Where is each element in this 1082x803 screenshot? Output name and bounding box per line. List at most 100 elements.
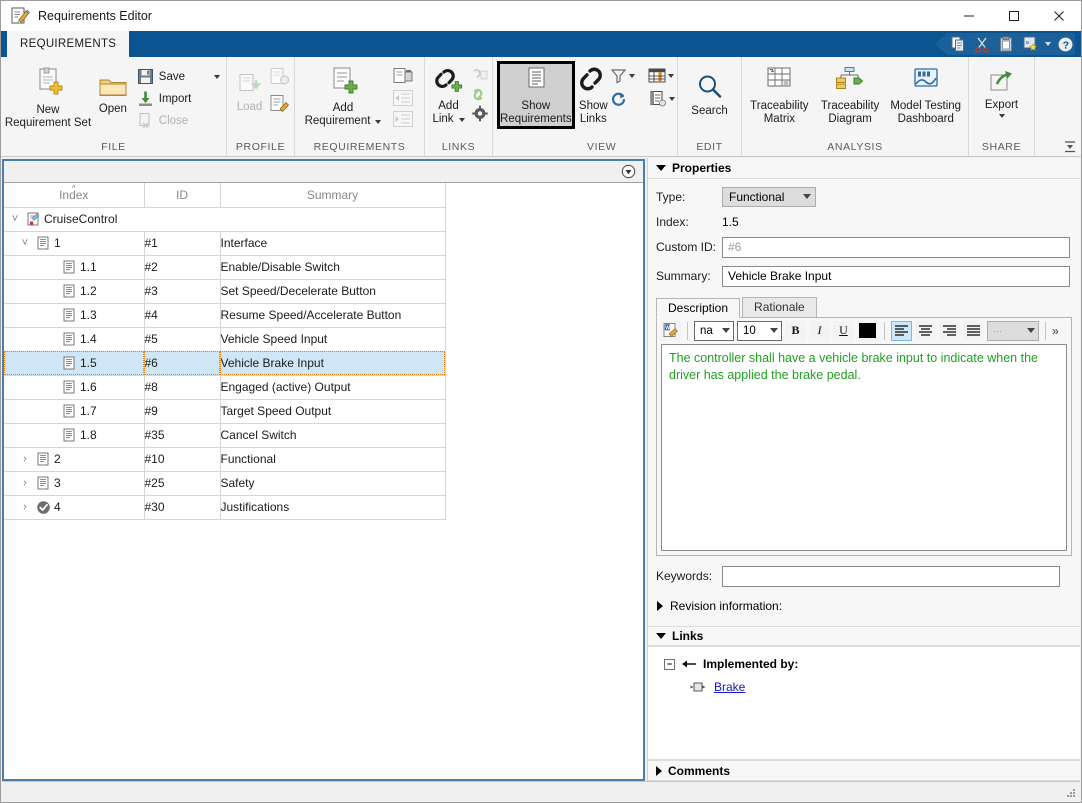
comments-section-header[interactable]: Comments xyxy=(648,760,1080,781)
table-row-set[interactable]: ˅ CruiseControl xyxy=(4,207,446,232)
custom-id-row: Custom ID: #6 xyxy=(656,236,1070,258)
table-row[interactable]: › 2 #10 Functional xyxy=(4,447,446,472)
model-testing-dashboard-button[interactable]: Model Testing Dashboard xyxy=(885,61,966,126)
ribbon-group-profile: Load PROFILE xyxy=(227,57,295,156)
add-link-dropdown-icon[interactable] xyxy=(458,117,465,122)
search-button[interactable]: Search xyxy=(682,61,738,118)
filter-icon[interactable] xyxy=(610,67,627,84)
show-requirements-button[interactable]: Show Requirements xyxy=(497,61,575,129)
export-dropdown-icon[interactable] xyxy=(998,114,1005,118)
load-profile-button: Load xyxy=(231,61,269,114)
add-requirement-button[interactable]: Add Requirement xyxy=(297,61,389,128)
gear-icon[interactable] xyxy=(470,105,490,122)
link-item[interactable]: Brake xyxy=(690,680,1080,694)
resize-grip-icon[interactable] xyxy=(1065,787,1077,799)
revision-information-row[interactable]: Revision information: xyxy=(648,587,1080,613)
open-in-word-icon[interactable]: W xyxy=(660,320,681,341)
italic-button[interactable]: I xyxy=(809,320,830,341)
bold-button[interactable]: B xyxy=(785,320,806,341)
align-justify-button[interactable] xyxy=(963,320,984,341)
import-button[interactable]: Import xyxy=(133,88,224,109)
tab-requirements[interactable]: REQUIREMENTS xyxy=(7,31,130,57)
save-icon xyxy=(137,68,154,85)
keywords-input[interactable] xyxy=(722,565,1060,587)
table-row[interactable]: 1.3 #4 Resume Speed/Accelerate Button xyxy=(4,303,446,328)
links-section-header[interactable]: Links xyxy=(648,625,1080,647)
underline-button[interactable]: U xyxy=(833,320,854,341)
table-row[interactable]: 1.6 #8 Engaged (active) Output xyxy=(4,375,446,400)
collapse-box-icon[interactable]: − xyxy=(664,658,675,670)
text-color-button[interactable] xyxy=(857,320,878,341)
add-link-button[interactable]: Add Link xyxy=(427,61,470,126)
customize-qat-icon[interactable]: » xyxy=(1021,35,1040,54)
collapse-ribbon-icon[interactable] xyxy=(1063,140,1077,154)
custom-id-input[interactable]: #6 xyxy=(722,236,1070,258)
requirements-table-wrap[interactable]: ^ Index ID Summary ˅ CruiseControl ˅ 1 #… xyxy=(4,183,643,779)
font-family-select[interactable]: na xyxy=(694,320,734,341)
add-requirement-label-1: Add xyxy=(332,102,354,114)
tab-rationale[interactable]: Rationale xyxy=(742,296,817,317)
traceability-diagram-button[interactable]: Traceability Diagram xyxy=(815,61,886,126)
link-settings-icon[interactable] xyxy=(470,86,490,103)
table-row[interactable]: › 4 #30 Justifications xyxy=(4,495,446,520)
summary-input[interactable]: Vehicle Brake Input xyxy=(722,265,1070,287)
description-textarea[interactable]: The controller shall have a vehicle brak… xyxy=(661,343,1067,551)
align-right-button[interactable] xyxy=(939,320,960,341)
chevron-right-icon[interactable]: › xyxy=(16,496,34,519)
properties-section-header[interactable]: Properties xyxy=(648,158,1080,179)
table-row[interactable]: 1.4 #5 Vehicle Speed Input xyxy=(4,327,446,352)
report-dropdown-icon[interactable] xyxy=(669,96,675,101)
column-header-id[interactable]: ID xyxy=(144,183,221,208)
toolbar-overflow-button[interactable]: » xyxy=(1052,324,1059,338)
cut-icon[interactable] xyxy=(973,35,992,54)
traceability-matrix-button[interactable]: Traceability Matrix xyxy=(744,61,815,126)
table-row[interactable]: 1.2 #3 Set Speed/Decelerate Button xyxy=(4,279,446,304)
table-row[interactable]: 1.7 #9 Target Speed Output xyxy=(4,399,446,424)
profile-edit-icon[interactable] xyxy=(269,94,291,114)
show-links-button[interactable]: Show Links xyxy=(577,61,610,126)
chevron-down-icon[interactable]: ˅ xyxy=(6,208,24,231)
align-left-button[interactable] xyxy=(891,320,912,341)
chevron-down-icon[interactable] xyxy=(1045,42,1051,46)
show-requirements-label-1: Show xyxy=(521,100,551,112)
table-row[interactable]: ˅ 1 #1 Interface xyxy=(4,231,446,256)
ribbon-group-links: Add Link LINKS xyxy=(425,57,493,156)
minimize-button[interactable] xyxy=(946,1,991,31)
filter-dropdown-icon[interactable] xyxy=(629,73,635,78)
table-row[interactable]: › 3 #25 Safety xyxy=(4,471,446,496)
save-dropdown-icon[interactable] xyxy=(214,74,220,79)
table-row[interactable]: 1.8 #35 Cancel Switch xyxy=(4,423,446,448)
tab-description[interactable]: Description xyxy=(656,297,741,318)
link-group-implemented-by[interactable]: − Implemented by: xyxy=(664,657,1080,671)
columns-icon[interactable] xyxy=(648,67,666,84)
open-button[interactable]: Open xyxy=(93,61,133,116)
close-button[interactable] xyxy=(1036,1,1081,31)
export-button[interactable]: Export xyxy=(974,61,1030,118)
help-icon[interactable]: ? xyxy=(1056,35,1075,54)
add-link-icon xyxy=(433,66,465,96)
link-item-label[interactable]: Brake xyxy=(714,680,745,694)
chevron-down-icon[interactable]: ˅ xyxy=(16,232,34,255)
column-header-summary[interactable]: Summary xyxy=(220,183,446,208)
maximize-button[interactable] xyxy=(991,1,1036,31)
delete-requirement-icon[interactable] xyxy=(392,67,414,86)
font-size-select[interactable]: 10 xyxy=(737,320,782,341)
table-row[interactable]: 1.5 #6 Vehicle Brake Input xyxy=(4,351,446,376)
copy-icon[interactable] xyxy=(949,35,968,54)
save-button[interactable]: Save xyxy=(133,66,224,87)
new-requirement-set-button[interactable]: New Requirement Set xyxy=(3,61,93,130)
add-requirement-dropdown-icon[interactable] xyxy=(375,119,382,124)
columns-dropdown-icon[interactable] xyxy=(668,73,674,78)
chevron-right-icon[interactable]: › xyxy=(16,448,34,471)
chevron-right-icon[interactable]: › xyxy=(16,472,34,495)
list-style-select[interactable]: ··· xyxy=(987,320,1039,341)
column-header-index[interactable]: ^ Index xyxy=(4,183,145,208)
table-row[interactable]: 1.1 #2 Enable/Disable Switch xyxy=(4,255,446,280)
cell-summary: Resume Speed/Accelerate Button xyxy=(220,303,446,328)
refresh-icon[interactable] xyxy=(610,90,627,107)
align-center-button[interactable] xyxy=(915,320,936,341)
view-options-icon[interactable] xyxy=(621,164,636,179)
paste-icon[interactable] xyxy=(997,35,1016,54)
type-select[interactable]: Functional xyxy=(722,186,816,207)
report-icon[interactable] xyxy=(649,90,667,107)
